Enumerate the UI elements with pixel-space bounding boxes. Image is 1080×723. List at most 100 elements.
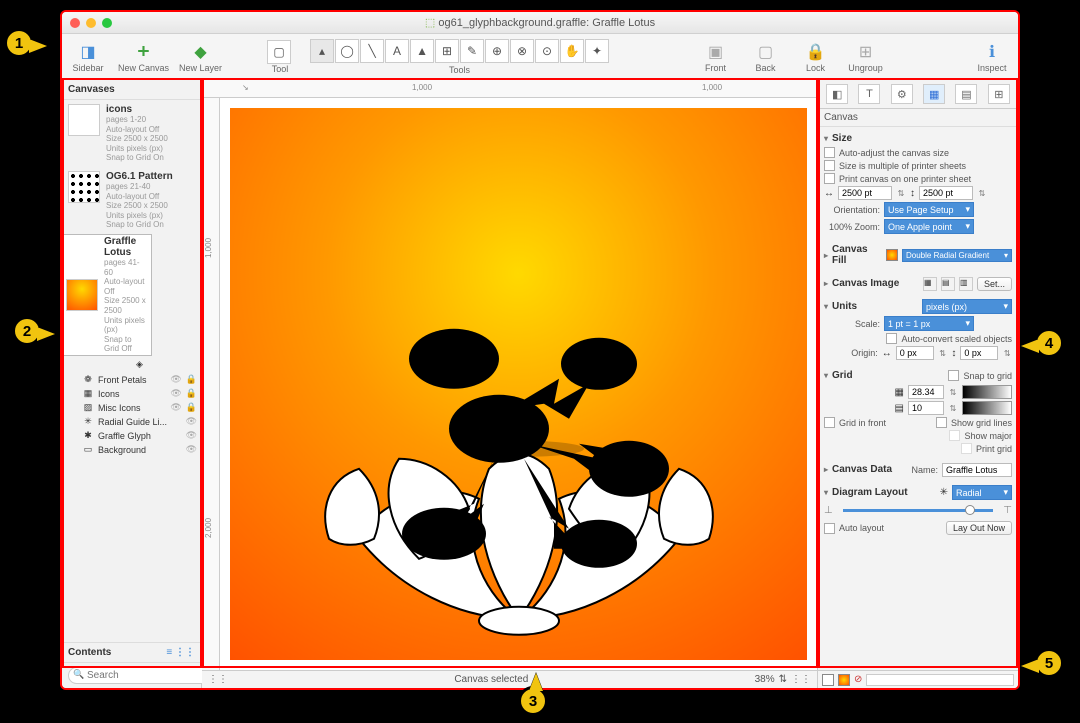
- size-section[interactable]: Size: [824, 131, 1012, 146]
- stepper-icon[interactable]: ⇅: [896, 189, 906, 198]
- layer-row[interactable]: ✱Graffle Glyph👁: [82, 429, 197, 443]
- image-mode-icon[interactable]: ▥: [959, 277, 973, 291]
- lock-icon[interactable]: 🔒: [186, 374, 197, 385]
- canvas-name-input[interactable]: [942, 463, 1012, 477]
- bring-front-button[interactable]: ▣Front: [696, 41, 736, 73]
- outline-mode-icons[interactable]: ≡ ⋮⋮: [166, 647, 195, 658]
- canvas-width-input[interactable]: [838, 186, 892, 200]
- layer-row[interactable]: ▨Misc Icons👁🔒: [82, 401, 197, 415]
- lock-icon[interactable]: 🔒: [186, 388, 197, 399]
- units-select[interactable]: pixels (px)▾: [922, 299, 1012, 314]
- artboard[interactable]: [230, 108, 807, 660]
- stepper-icon[interactable]: ⇅: [977, 189, 987, 198]
- visibility-icon[interactable]: 👁: [186, 444, 197, 455]
- zoom-tool-icon[interactable]: ⊙: [535, 39, 559, 63]
- sidebar-toggle-button[interactable]: ◨Sidebar: [68, 41, 108, 73]
- vertical-ruler[interactable]: 1,000 2,000: [202, 98, 220, 670]
- send-back-button[interactable]: ▢Back: [746, 41, 786, 73]
- shape-tool[interactable]: ◯: [335, 39, 359, 63]
- visibility-icon[interactable]: 👁: [170, 374, 181, 385]
- new-canvas-button[interactable]: 🞥New Canvas: [118, 41, 169, 73]
- document-tab-icon[interactable]: ▤: [955, 84, 977, 104]
- canvas-stage[interactable]: [220, 98, 817, 670]
- style-tray[interactable]: [866, 674, 1014, 686]
- ungroup-button[interactable]: ⊞Ungroup: [846, 41, 886, 73]
- rubber-stamp-tool[interactable]: ⊕: [485, 39, 509, 63]
- set-image-button[interactable]: Set...: [977, 277, 1012, 291]
- stepper-icon[interactable]: ⇅: [1002, 349, 1012, 358]
- canvas-image-section[interactable]: Canvas Image: [824, 276, 919, 291]
- stepper-icon[interactable]: ⇅: [938, 349, 948, 358]
- auto-adjust-checkbox[interactable]: [824, 147, 835, 158]
- multiple-sheets-checkbox[interactable]: [824, 160, 835, 171]
- zoom-stepper-icon[interactable]: ⇅: [779, 674, 787, 685]
- lock-icon[interactable]: 🔒: [186, 402, 197, 413]
- stencils-tab-icon[interactable]: ⊞: [988, 84, 1010, 104]
- auto-convert-checkbox[interactable]: [886, 333, 897, 344]
- current-tool[interactable]: ▢Tool: [260, 40, 300, 74]
- magnet-tool[interactable]: ⊗: [510, 39, 534, 63]
- origin-y-input[interactable]: [960, 346, 998, 360]
- layout-slider[interactable]: [843, 509, 994, 512]
- layer-row[interactable]: ✳Radial Guide Li...👁: [82, 415, 197, 429]
- horizontal-ruler[interactable]: ↘ 1,000 1,000: [202, 80, 817, 98]
- layer-row[interactable]: ❁Front Petals👁🔒: [82, 373, 197, 387]
- zoom-readout[interactable]: 38%: [755, 674, 775, 685]
- lock-button[interactable]: 🔒Lock: [796, 41, 836, 73]
- text-tool[interactable]: A: [385, 39, 409, 63]
- canvas-tab-icon[interactable]: ▦: [923, 84, 945, 104]
- style-brush-tool[interactable]: ✎: [460, 39, 484, 63]
- diagram-tool[interactable]: ⊞: [435, 39, 459, 63]
- snap-grid-checkbox[interactable]: [948, 370, 959, 381]
- style-swatch[interactable]: [822, 674, 834, 686]
- stepper-icon[interactable]: ⇅: [948, 404, 958, 413]
- hand-tool[interactable]: ✋: [560, 39, 584, 63]
- minor-grid-input[interactable]: [908, 401, 944, 415]
- vscroll-icon[interactable]: ⋮⋮: [791, 674, 811, 685]
- visibility-icon[interactable]: 👁: [186, 430, 197, 441]
- stepper-icon[interactable]: ⇅: [948, 388, 958, 397]
- contents-header[interactable]: Contents ≡ ⋮⋮: [62, 642, 201, 662]
- properties-tab-icon[interactable]: ⚙: [891, 84, 913, 104]
- one-sheet-checkbox[interactable]: [824, 173, 835, 184]
- hscroll-icon[interactable]: ⋮⋮: [208, 674, 228, 685]
- no-style-icon[interactable]: ⊘: [854, 674, 862, 685]
- object-tab-icon[interactable]: ◧: [826, 84, 848, 104]
- minor-grid-color[interactable]: [962, 401, 1012, 415]
- canvas-height-input[interactable]: [919, 186, 973, 200]
- fill-swatch[interactable]: [886, 249, 898, 261]
- visibility-icon[interactable]: 👁: [170, 402, 181, 413]
- zoom-select[interactable]: One Apple point▾: [884, 219, 974, 234]
- grid-section[interactable]: Grid: [824, 368, 944, 383]
- origin-x-input[interactable]: [896, 346, 934, 360]
- new-layer-button[interactable]: ◆New Layer: [179, 41, 222, 73]
- point-editor-tool[interactable]: ✦: [585, 39, 609, 63]
- canvas-item-pattern[interactable]: OG6.1 Pattern pages 21-40 Auto-layout Of…: [62, 167, 201, 234]
- image-mode-icon[interactable]: ▤: [941, 277, 955, 291]
- line-tool[interactable]: ╲: [360, 39, 384, 63]
- auto-layout-checkbox[interactable]: [824, 523, 835, 534]
- grid-front-checkbox[interactable]: [824, 417, 835, 428]
- canvas-item-icons[interactable]: icons pages 1-20 Auto-layout Off Size 25…: [62, 100, 201, 167]
- units-section[interactable]: Units: [824, 299, 918, 314]
- orientation-select[interactable]: Use Page Setup▾: [884, 202, 974, 217]
- selection-tool[interactable]: ▴: [310, 39, 334, 63]
- layer-row[interactable]: ▦Icons👁🔒: [82, 387, 197, 401]
- diagram-layout-section[interactable]: Diagram Layout: [824, 485, 936, 500]
- show-grid-checkbox[interactable]: [936, 417, 947, 428]
- pen-tool[interactable]: ▲: [410, 39, 434, 63]
- style-swatch[interactable]: [838, 674, 850, 686]
- visibility-icon[interactable]: 👁: [186, 416, 197, 427]
- visibility-icon[interactable]: 👁: [170, 388, 181, 399]
- scale-select[interactable]: 1 pt = 1 px▾: [884, 316, 974, 331]
- canvas-fill-section[interactable]: Canvas Fill: [824, 242, 882, 268]
- layer-row[interactable]: ▭Background👁: [82, 443, 197, 457]
- layout-type-select[interactable]: Radial▾: [952, 485, 1012, 500]
- image-mode-icon[interactable]: ▦: [923, 277, 937, 291]
- type-tab-icon[interactable]: T: [858, 84, 880, 104]
- major-grid-color[interactable]: [962, 385, 1012, 399]
- fill-type-select[interactable]: Double Radial Gradient▾: [902, 249, 1012, 262]
- lay-out-now-button[interactable]: Lay Out Now: [946, 521, 1012, 535]
- canvas-data-section[interactable]: Canvas Data: [824, 462, 907, 477]
- inspect-toggle-button[interactable]: ℹInspect: [972, 41, 1012, 73]
